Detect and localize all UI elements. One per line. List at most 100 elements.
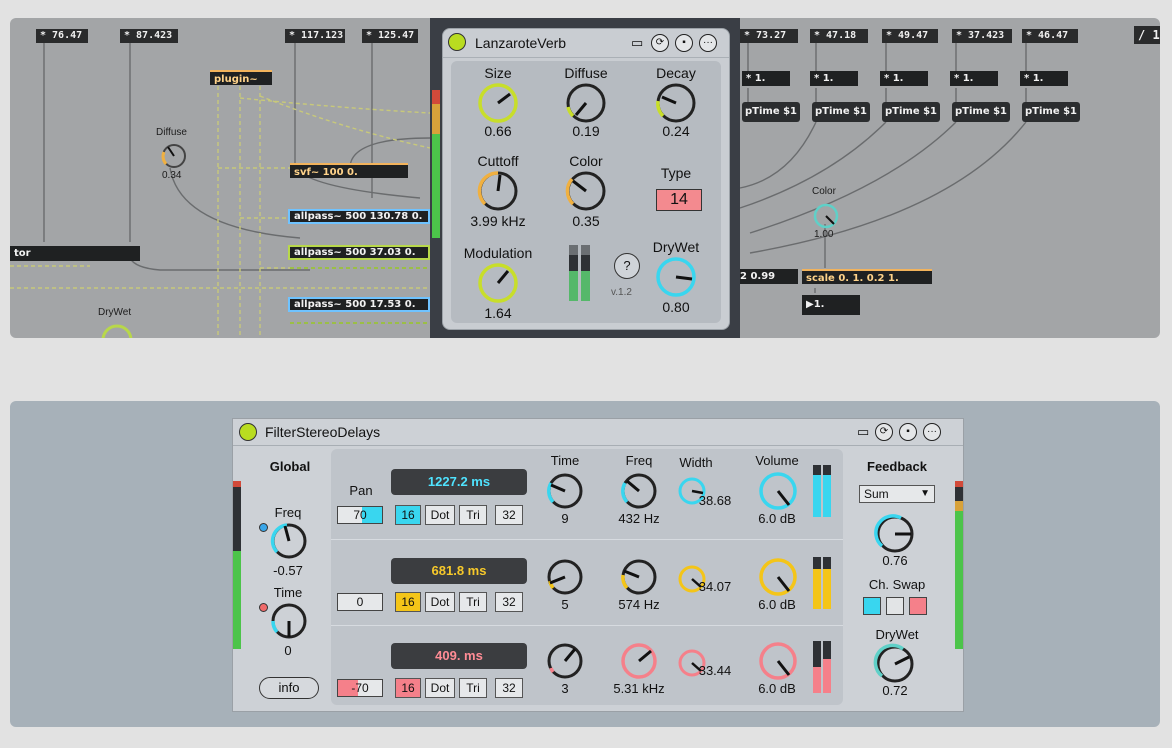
color-label: Color [569,153,603,169]
svf-object[interactable]: svf~ 100 0. [290,163,408,178]
multiply-object[interactable]: * 1. [1020,71,1068,86]
more-icon[interactable]: ··· [699,34,717,52]
more-icon[interactable]: ··· [923,423,941,441]
cuttoff-knob[interactable] [476,169,520,213]
float-number-box[interactable]: ▶1. [802,295,860,315]
pan-number-box-2[interactable]: 0 [337,593,383,611]
color-knob[interactable] [564,169,608,213]
volume-knob-3[interactable] [755,641,801,681]
power-button[interactable] [448,33,466,51]
message-box[interactable]: / 10 [1134,26,1160,44]
feedback-label: Feedback [867,459,927,474]
message-box[interactable]: * 73.27 [740,29,798,43]
message-box[interactable]: * 76.47 [36,29,88,43]
ptime-message[interactable]: pTime $1 [742,102,800,122]
width-value-2: 34.07 [698,579,732,594]
global-time-label: Time [273,585,303,600]
save-icon[interactable]: ▪ [675,34,693,52]
dot-button-1[interactable]: Dot [425,505,455,525]
drywet-dial[interactable] [100,320,134,338]
calendar-icon[interactable]: ▭ [631,35,643,51]
size-value: 0.66 [484,123,512,139]
multiply-object[interactable]: * 1. [810,71,858,86]
time-value-3: 3 [561,681,569,696]
ptime-message[interactable]: pTime $1 [812,102,870,122]
message-box[interactable]: * 46.47 [1022,29,1078,43]
freq-mod-indicator[interactable] [259,523,268,532]
time-knob-2[interactable] [543,557,587,597]
message-box[interactable]: * 47.18 [810,29,868,43]
plugin-object[interactable]: plugin~ [210,70,272,85]
allpass-object[interactable]: allpass~ 500 37.03 0. [288,245,430,260]
tri-button-1[interactable]: Tri [459,505,487,525]
ch-swap-toggle-3[interactable] [909,597,927,615]
div-32-button-2[interactable]: 32 [495,592,523,612]
message-box[interactable]: * 117.123 [285,29,345,43]
freq-knob-2[interactable] [617,557,661,597]
calendar-icon[interactable]: ▭ [857,424,869,440]
message-box[interactable]: * 87.423 [120,29,178,43]
color-dial-label: Color [812,186,836,197]
ptime-message[interactable]: pTime $1 [882,102,940,122]
volume-knob-1[interactable] [755,471,801,511]
info-button[interactable]: info [259,677,319,699]
max-patcher-view[interactable]: * 76.47 * 87.423 * 117.123 * 125.47 plug… [10,18,1160,338]
feedback-mode-select[interactable]: Sum ▼ [859,485,935,503]
div-16-button-3[interactable]: 16 [395,678,421,698]
type-number-box[interactable]: 14 [656,189,702,211]
time-knob-3[interactable] [543,641,587,681]
dot-button-3[interactable]: Dot [425,678,455,698]
color-value: 0.35 [572,213,600,229]
pan-number-box-3[interactable]: -70 [337,679,383,697]
multiply-object[interactable]: * 1. [950,71,998,86]
freq-knob-3[interactable] [617,641,661,681]
drywet-knob[interactable] [873,643,917,685]
diffuse-dial[interactable] [158,140,190,172]
message-box[interactable]: * 125.47 [362,29,418,43]
save-icon[interactable]: ▪ [899,423,917,441]
modulation-knob[interactable] [476,261,520,305]
decay-knob[interactable] [654,81,698,125]
diffuse-knob[interactable] [564,81,608,125]
freq-knob-1[interactable] [617,471,661,511]
ptime-message[interactable]: pTime $1 [1022,102,1080,122]
dot-button-2[interactable]: Dot [425,592,455,612]
ch-swap-toggle-2[interactable] [886,597,904,615]
reload-icon[interactable]: ⟳ [875,423,893,441]
allpass-object[interactable]: allpass~ 500 17.53 0. [288,297,430,312]
global-freq-knob[interactable] [269,521,309,561]
div-32-button-3[interactable]: 32 [495,678,523,698]
global-time-knob[interactable] [269,601,309,641]
time-mod-indicator[interactable] [259,603,268,612]
partial-object[interactable]: tor [10,246,140,261]
size-knob[interactable] [476,81,520,125]
scale-object[interactable]: scale 0. 1. 0.2 1. [802,269,932,284]
drywet-knob[interactable] [654,255,698,299]
multiply-object[interactable]: * 1. [742,71,790,86]
allpass-object[interactable]: allpass~ 500 130.78 0. [288,209,430,224]
div-16-button-2[interactable]: 16 [395,592,421,612]
reload-icon[interactable]: ⟳ [651,34,669,52]
multiply-object[interactable]: * 1. [880,71,928,86]
volume-header: Volume [755,453,799,468]
decay-label: Decay [656,65,696,81]
power-button[interactable] [239,423,257,441]
div-16-button-1[interactable]: 16 [395,505,421,525]
ch-swap-toggle-1[interactable] [863,597,881,615]
color-dial[interactable] [810,200,842,232]
partial-object[interactable]: 2 0.99 [736,269,798,284]
level-meter-right [581,245,590,301]
message-box[interactable]: * 37.423 [952,29,1012,43]
ptime-message[interactable]: pTime $1 [952,102,1010,122]
pan-number-box-1[interactable]: 70 [337,506,383,524]
div-32-button-1[interactable]: 32 [495,505,523,525]
help-button[interactable]: ? [614,253,640,279]
volume-knob-2[interactable] [755,557,801,597]
volume-value-3: 6.0 dB [758,681,796,696]
message-box[interactable]: * 49.47 [882,29,938,43]
tri-button-2[interactable]: Tri [459,592,487,612]
ch-swap-label: Ch. Swap [868,577,926,592]
time-knob-1[interactable] [543,471,587,511]
tri-button-3[interactable]: Tri [459,678,487,698]
feedback-knob[interactable] [873,513,917,555]
